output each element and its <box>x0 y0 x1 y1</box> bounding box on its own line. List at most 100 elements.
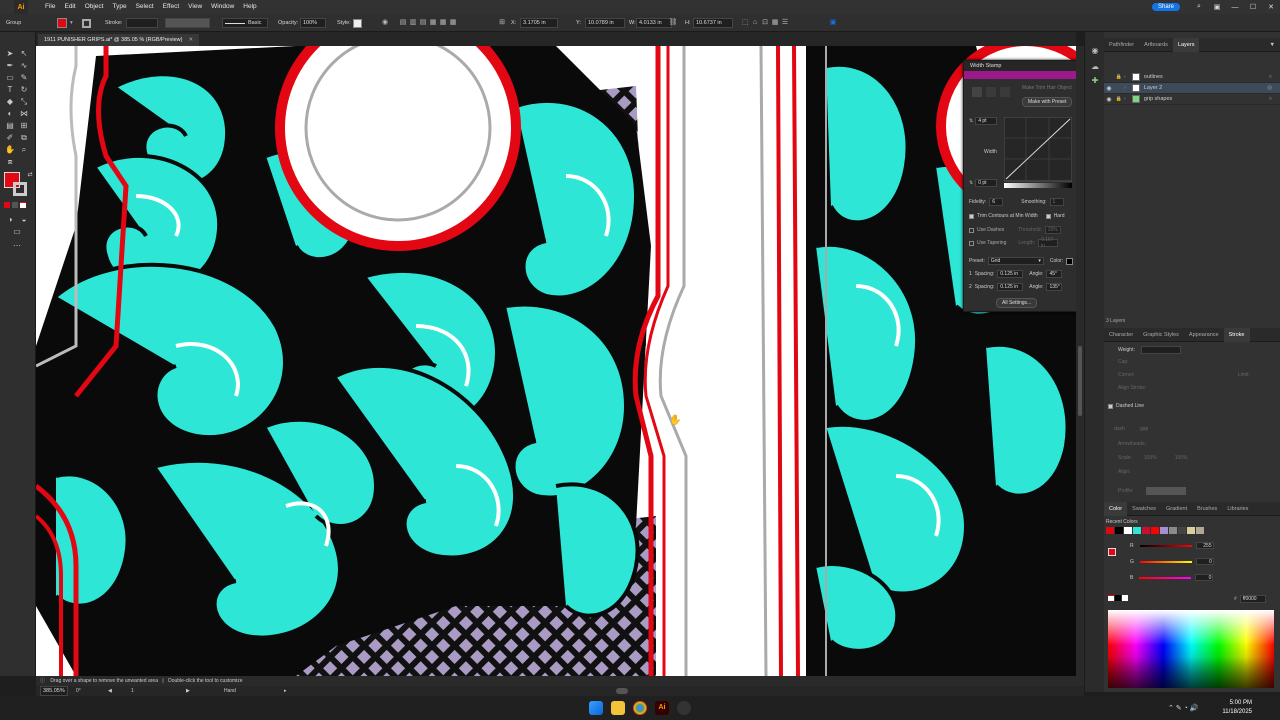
length-field[interactable]: 0.167 in <box>1038 237 1059 249</box>
zoom-field[interactable]: 385.05% <box>40 686 68 696</box>
b-slider[interactable] <box>1139 576 1192 579</box>
w-field[interactable]: 4.0133 in <box>636 17 672 29</box>
color-mode-icon[interactable] <box>4 202 10 208</box>
menu-object[interactable]: Object <box>85 0 104 14</box>
smoothing-field[interactable]: 1 <box>1049 198 1064 206</box>
constrain-icon[interactable]: ⛓ <box>668 17 678 29</box>
y-field[interactable]: 10.0789 in <box>585 17 625 29</box>
tray-icons[interactable]: ⌃ ✎ ◔ 🔊 <box>1168 704 1199 712</box>
windows-start-icon[interactable] <box>589 701 603 715</box>
use-tapering-checkbox[interactable] <box>969 240 974 246</box>
shape-icons[interactable]: ⬚ ⌂ ⊡ ▦ ☰ <box>740 17 790 29</box>
file-explorer-icon[interactable] <box>611 701 625 715</box>
direct-selection-tool-icon[interactable]: ↖ <box>18 48 30 59</box>
layer-row-outlines[interactable]: 🔒 › outlines ○ <box>1104 72 1280 83</box>
pen-tool-icon[interactable]: ✒ <box>4 60 16 71</box>
recent-color-swatch[interactable] <box>1160 527 1168 534</box>
recent-color-swatch[interactable] <box>1124 527 1132 534</box>
fill-swatch[interactable]: ▾ <box>57 17 73 29</box>
recent-color-swatch[interactable] <box>1196 527 1204 534</box>
stroke-swatch[interactable] <box>82 17 91 29</box>
prev-artboard-icon[interactable]: ◀ <box>108 686 112 696</box>
selection-tool-icon[interactable]: ➤ <box>4 48 16 59</box>
draw-mode-icon[interactable]: ◑ <box>4 214 16 225</box>
g-field[interactable]: 0 <box>1195 558 1214 565</box>
blend-tool-icon[interactable]: ⧉ <box>18 132 30 143</box>
align-icons[interactable]: ▤ ▥ ▤ ▦ ▦ ▦ <box>398 17 458 29</box>
trim-object-icons[interactable] <box>972 87 1010 97</box>
spacing2-field[interactable]: 0.125 in <box>997 283 1024 291</box>
r-field[interactable]: 255 <box>1195 542 1214 549</box>
b-field[interactable]: 0 <box>1195 574 1214 581</box>
bottom-width-field[interactable]: ⇅ 0 pt <box>969 179 998 187</box>
pattern-color-swatch[interactable] <box>1066 257 1074 265</box>
shape-builder-tool-icon[interactable]: ◐ <box>4 108 16 119</box>
tab-color[interactable]: Color <box>1104 501 1128 516</box>
tab-appearance[interactable]: Appearance <box>1184 328 1224 342</box>
fidelity-field[interactable]: 6 <box>989 198 1004 206</box>
make-with-preset-button[interactable]: Make with Preset <box>1022 97 1073 107</box>
brush-definition[interactable]: Basic <box>222 17 268 29</box>
clock[interactable]: 5:00 PM 11/18/2025 <box>1222 699 1252 717</box>
h-field[interactable]: 10.6737 in <box>693 17 733 29</box>
hex-field[interactable]: ff0000 <box>1239 595 1266 603</box>
tab-artboards[interactable]: Artboards <box>1139 38 1173 52</box>
x-field[interactable]: 3.1705 in <box>520 17 558 29</box>
layer-row-grip-shapes[interactable]: ◉ 🔒 › grip shapes ○ <box>1104 94 1280 105</box>
opacity-field[interactable]: 100% <box>300 17 326 29</box>
black-swatch[interactable] <box>1115 595 1121 601</box>
dashed-line-checkbox[interactable] <box>1108 403 1113 409</box>
gradient-tool-icon[interactable]: ▤ <box>4 120 16 131</box>
make-trim-button[interactable]: Make Trim Hair Object <box>1022 85 1072 91</box>
properties-panel-icon[interactable]: ◉ <box>1090 46 1100 56</box>
arrange-icon[interactable]: ▣ <box>1208 3 1226 11</box>
preset-dropdown[interactable]: Grid ▾ <box>987 257 1044 265</box>
color-spectrum[interactable] <box>1108 610 1274 688</box>
scroll-thumb[interactable] <box>1078 346 1082 416</box>
rectangle-tool-icon[interactable]: ▭ <box>4 72 16 83</box>
none-swatch[interactable] <box>1108 595 1114 601</box>
tab-character[interactable]: Character <box>1104 328 1138 342</box>
stroke-weight-field[interactable] <box>126 17 158 29</box>
all-settings-button[interactable]: All Settings... <box>996 298 1038 308</box>
mesh-tool-icon[interactable]: ⊞ <box>18 120 30 131</box>
tab-brushes[interactable]: Brushes <box>1192 502 1222 516</box>
artboard-tool-icon[interactable]: ⧈ <box>4 156 16 167</box>
eraser-tool-icon[interactable]: ◆ <box>4 96 16 107</box>
rotation-value[interactable]: 0° <box>76 686 81 696</box>
white-swatch[interactable] <box>1122 595 1128 601</box>
maximize-icon[interactable]: ☐ <box>1244 3 1262 11</box>
width-curve-graph[interactable] <box>1004 117 1072 189</box>
essentials-icon[interactable]: ▣ <box>828 17 838 29</box>
tab-graphic-styles[interactable]: Graphic Styles <box>1138 328 1184 342</box>
recent-color-swatch[interactable] <box>1178 527 1186 534</box>
menu-view[interactable]: View <box>188 0 202 14</box>
libraries-panel-icon[interactable]: ☁ <box>1090 62 1100 72</box>
tab-gradient[interactable]: Gradient <box>1161 502 1192 516</box>
minimize-icon[interactable]: — <box>1226 4 1244 11</box>
illustrator-icon[interactable]: Ai <box>655 701 669 715</box>
width-tool-icon[interactable]: ⋈ <box>18 108 30 119</box>
more-tools-icon[interactable]: ⋯ <box>11 240 23 251</box>
menu-type[interactable]: Type <box>112 0 126 14</box>
recolor-icon[interactable]: ◉ <box>380 17 390 29</box>
tab-layers[interactable]: Layers <box>1172 37 1200 52</box>
threshold-field[interactable]: 20% <box>1044 226 1061 234</box>
menu-file[interactable]: File <box>45 0 55 14</box>
app-logo-icon[interactable]: Ai <box>14 0 28 14</box>
none-mode-icon[interactable] <box>20 202 26 208</box>
artboard-canvas[interactable]: ✋ <box>36 46 1076 676</box>
recent-color-swatch[interactable] <box>1169 527 1177 534</box>
hand-tool-icon[interactable]: ✋ <box>4 144 16 155</box>
g-slider[interactable] <box>1139 560 1192 563</box>
layer-row-layer2[interactable]: ◉ › Layer 2 ◎ <box>1104 83 1280 94</box>
r-slider[interactable] <box>1139 544 1192 547</box>
trim-contours-checkbox[interactable] <box>969 213 974 219</box>
menu-window[interactable]: Window <box>211 0 234 14</box>
stroke-color-swatch[interactable] <box>13 182 27 196</box>
scale-tool-icon[interactable]: ⤡ <box>18 96 30 107</box>
gradient-mode-icon[interactable] <box>12 202 18 208</box>
app-icon[interactable] <box>677 701 691 715</box>
chrome-icon[interactable] <box>633 701 647 715</box>
next-artboard-icon[interactable]: ▶ <box>186 686 190 696</box>
